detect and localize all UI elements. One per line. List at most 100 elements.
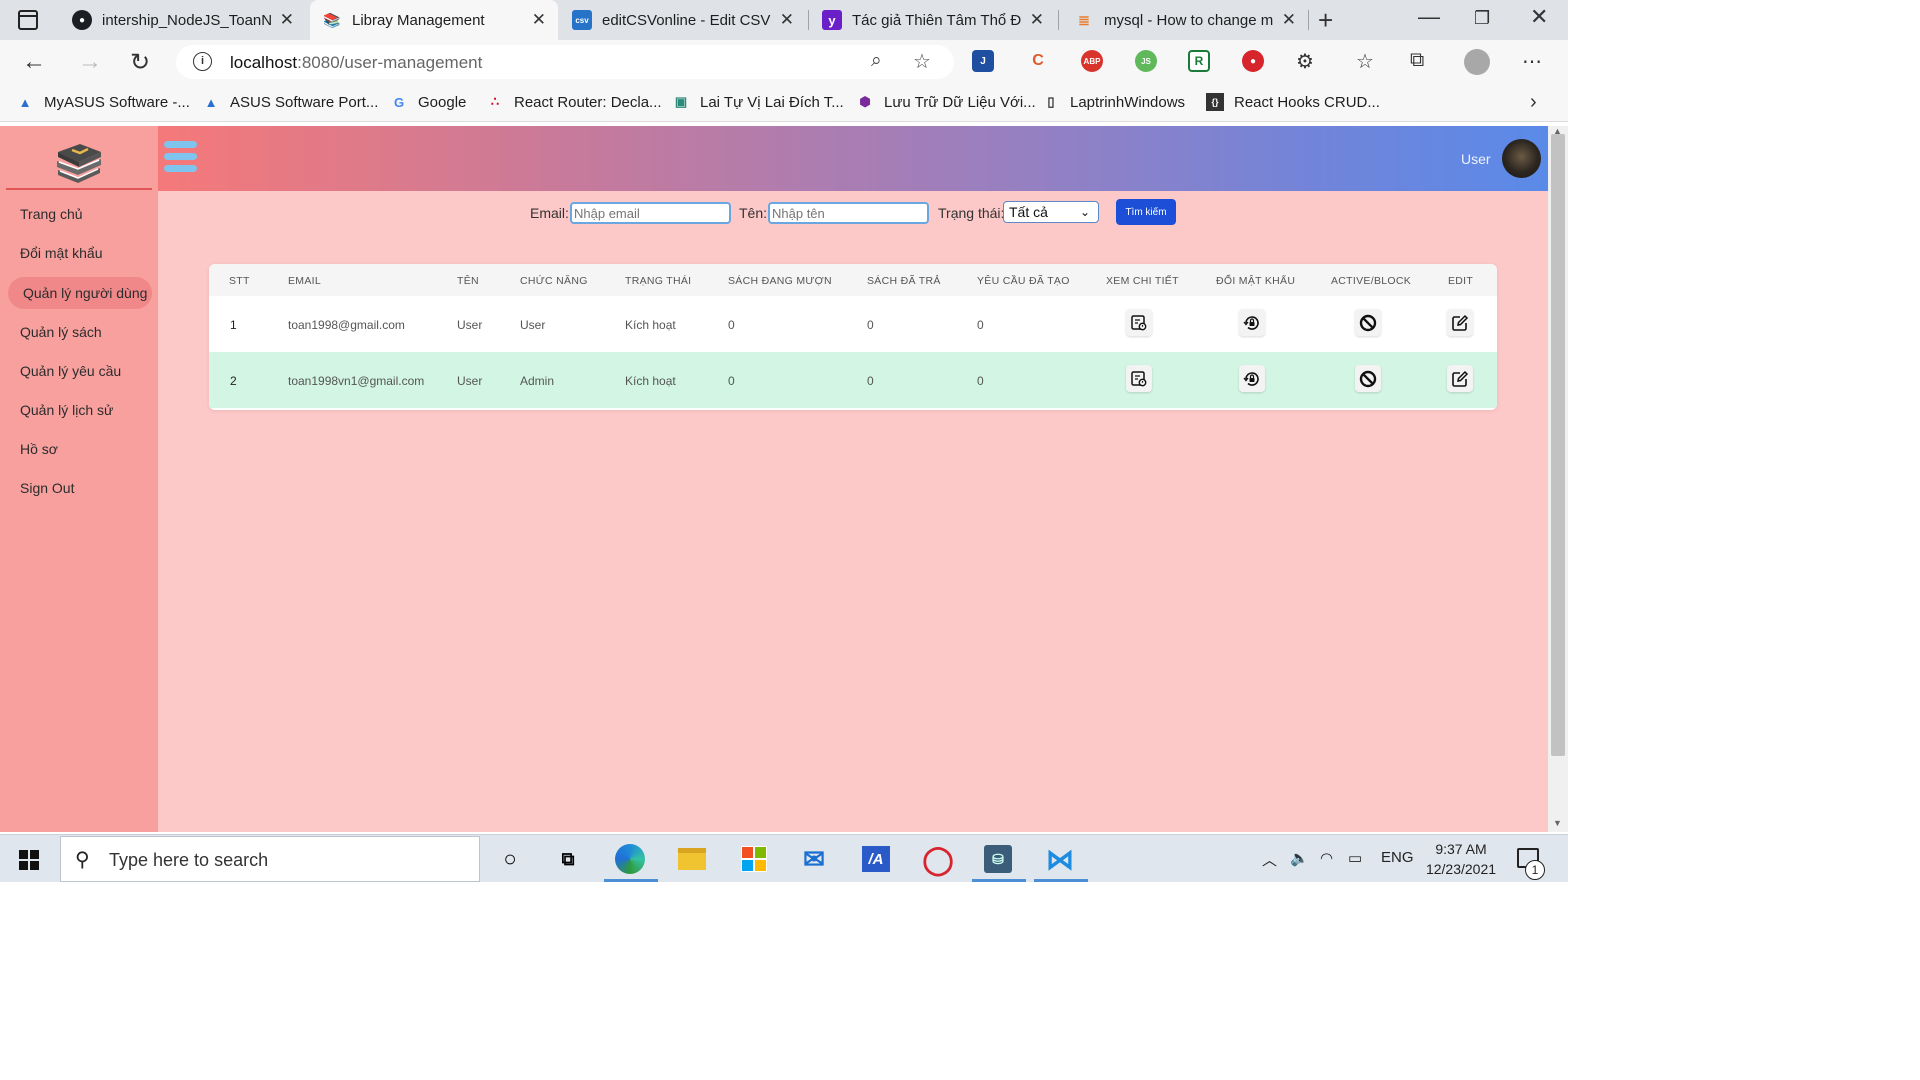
- edge-app-icon[interactable]: [614, 843, 646, 875]
- extension-icon[interactable]: C: [1027, 50, 1049, 72]
- windows-start-icon[interactable]: [19, 850, 39, 870]
- sidebar-item-label: Quản lý lịch sử: [20, 402, 114, 418]
- bookmark-item[interactable]: {} React Hooks CRUD...: [1206, 93, 1380, 111]
- cortana-icon[interactable]: ○: [494, 843, 526, 875]
- sidebar-item-user-management[interactable]: Quản lý người dùng: [8, 277, 152, 309]
- browser-tab-yahoo[interactable]: y Tác giả Thiên Tâm Thổ Đậ ✕: [810, 0, 1056, 40]
- url-field[interactable]: i localhost:8080/user-management ⌕ ☆: [176, 45, 954, 79]
- close-tab-icon[interactable]: ✕: [780, 10, 794, 30]
- battery-icon[interactable]: ▭: [1348, 849, 1362, 867]
- sidebar-item-label: Sign Out: [20, 480, 75, 496]
- close-tab-icon[interactable]: ✕: [1030, 10, 1044, 30]
- volume-icon[interactable]: 🔈: [1290, 849, 1309, 867]
- tab-actions-icon[interactable]: [18, 10, 38, 30]
- sidebar-item-home[interactable]: Trang chủ: [8, 198, 152, 230]
- restore-icon[interactable]: ❐: [1474, 8, 1490, 29]
- store-icon[interactable]: [738, 843, 770, 875]
- wifi-icon[interactable]: ◠: [1320, 849, 1333, 867]
- extension-icon[interactable]: J: [972, 50, 994, 72]
- mail-icon[interactable]: ✉: [798, 843, 830, 875]
- extensions-icon[interactable]: ⚙: [1296, 49, 1314, 74]
- sidebar-item-label: Trang chủ: [20, 206, 83, 222]
- reload-icon[interactable]: ↻: [130, 48, 150, 77]
- task-view-icon[interactable]: ⧉: [552, 843, 584, 875]
- column-header: SÁCH ĐÃ TRẢ: [867, 275, 941, 287]
- taskbar-search-box[interactable]: ⚲ Type here to search: [60, 836, 480, 882]
- mysql-workbench-icon[interactable]: ⛁: [982, 843, 1014, 875]
- cell-email: toan1998@gmail.com: [288, 318, 405, 332]
- status-filter-select[interactable]: Tất cả ⌄: [1003, 201, 1099, 223]
- chevron-right-icon[interactable]: ›: [1530, 91, 1537, 114]
- more-icon[interactable]: ⋯: [1522, 49, 1542, 74]
- bookmark-item[interactable]: ▲ ASUS Software Port...: [202, 93, 379, 111]
- column-header: CHỨC NĂNG: [520, 275, 588, 287]
- collections-icon[interactable]: ⧉: [1410, 49, 1424, 72]
- language-indicator[interactable]: ENG: [1381, 849, 1414, 866]
- browser-tab-library[interactable]: 📚 Libray Management ✕: [310, 0, 558, 40]
- sidebar-item-change-password[interactable]: Đổi mật khẩu: [8, 237, 152, 269]
- search-button[interactable]: Tìm kiếm: [1116, 199, 1176, 225]
- notification-badge: 1: [1525, 860, 1545, 880]
- chevron-up-icon[interactable]: ︿: [1262, 849, 1277, 870]
- logo-area: [6, 136, 152, 190]
- windows-taskbar: ⚲ Type here to search ○ ⧉ ✉ /A ◯ ⛁ ⋈ ︿ 🔈…: [0, 834, 1568, 882]
- browser-tab-csv[interactable]: csv editCSVonline - Edit CSV f ✕: [560, 0, 806, 40]
- close-tab-icon[interactable]: ✕: [280, 10, 294, 30]
- tab-title: Tác giả Thiên Tâm Thổ Đậ: [852, 11, 1022, 29]
- active-app-indicator: [972, 879, 1026, 882]
- back-icon[interactable]: ←: [22, 48, 46, 76]
- change-password-button[interactable]: [1239, 365, 1265, 392]
- profile-avatar[interactable]: [1464, 49, 1490, 75]
- scrollbar-thumb[interactable]: [1551, 134, 1565, 756]
- cell-stt: 2: [230, 374, 237, 388]
- clock[interactable]: 9:37 AM 12/23/2021: [1422, 839, 1500, 879]
- extension-icon[interactable]: ●: [1242, 50, 1264, 72]
- adblock-icon[interactable]: ABP: [1081, 50, 1103, 72]
- hamburger-menu-icon[interactable]: [164, 141, 198, 175]
- sidebar-item-book-management[interactable]: Quản lý sách: [8, 316, 152, 348]
- name-filter-input[interactable]: [768, 202, 929, 224]
- bookmark-label: React Router: Decla...: [514, 93, 662, 111]
- bookmark-item[interactable]: ▲ MyASUS Software -...: [16, 93, 190, 111]
- sidebar-item-sign-out[interactable]: Sign Out: [8, 472, 152, 504]
- opera-icon[interactable]: ◯: [922, 843, 954, 875]
- zoom-icon[interactable]: ⌕: [871, 50, 882, 72]
- close-window-icon[interactable]: ✕: [1530, 4, 1548, 30]
- favorite-add-icon[interactable]: ☆: [913, 49, 931, 74]
- asus-app-icon[interactable]: /A: [860, 843, 892, 875]
- minimize-icon[interactable]: —: [1418, 4, 1440, 30]
- bookmark-item[interactable]: ▣ Lai Tự Vị Lai Đích T...: [672, 93, 844, 111]
- extension-icon[interactable]: R: [1188, 50, 1210, 72]
- sidebar-item-request-management[interactable]: Quản lý yêu cầu: [8, 355, 152, 387]
- page-scrollbar[interactable]: ▲ ▼: [1548, 126, 1568, 832]
- sidebar-item-history-management[interactable]: Quản lý lịch sử: [8, 394, 152, 426]
- browser-tab-stackoverflow[interactable]: ≣ mysql - How to change m ✕: [1062, 0, 1308, 40]
- user-avatar[interactable]: [1502, 139, 1541, 178]
- close-tab-icon[interactable]: ✕: [532, 10, 546, 30]
- extension-icon[interactable]: JS: [1135, 50, 1157, 72]
- bookmark-item[interactable]: ∴ React Router: Decla...: [486, 93, 662, 111]
- bookmark-item[interactable]: G Google: [390, 93, 466, 111]
- bookmark-item[interactable]: ⬢ Lưu Trữ Dữ Liệu Với...: [856, 93, 1035, 111]
- close-tab-icon[interactable]: ✕: [1282, 10, 1296, 30]
- tab-separator: [1058, 10, 1059, 30]
- new-tab-icon[interactable]: +: [1318, 5, 1333, 36]
- file-explorer-icon[interactable]: [676, 843, 708, 875]
- browser-tab-github[interactable]: ● intership_NodeJS_ToanNT ✕: [60, 0, 306, 40]
- site-info-icon[interactable]: i: [193, 52, 212, 71]
- email-filter-input[interactable]: [570, 202, 731, 224]
- active-block-button[interactable]: [1355, 365, 1381, 392]
- sidebar-item-profile[interactable]: Hồ sơ: [8, 433, 152, 465]
- favorites-icon[interactable]: ☆: [1356, 49, 1374, 74]
- edit-button[interactable]: [1447, 365, 1473, 392]
- active-block-button[interactable]: [1355, 309, 1381, 336]
- view-details-button[interactable]: [1126, 365, 1152, 392]
- forward-icon[interactable]: →: [78, 48, 102, 76]
- users-table: STT EMAIL TÊN CHỨC NĂNG TRẠNG THÁI SÁCH …: [209, 264, 1497, 410]
- bookmark-item[interactable]: ▯ LaptrinhWindows: [1042, 93, 1185, 111]
- view-details-button[interactable]: [1126, 309, 1152, 336]
- change-password-button[interactable]: [1239, 309, 1265, 336]
- scroll-down-icon[interactable]: ▼: [1553, 818, 1562, 828]
- edit-button[interactable]: [1447, 309, 1473, 336]
- vscode-icon[interactable]: ⋈: [1044, 843, 1076, 875]
